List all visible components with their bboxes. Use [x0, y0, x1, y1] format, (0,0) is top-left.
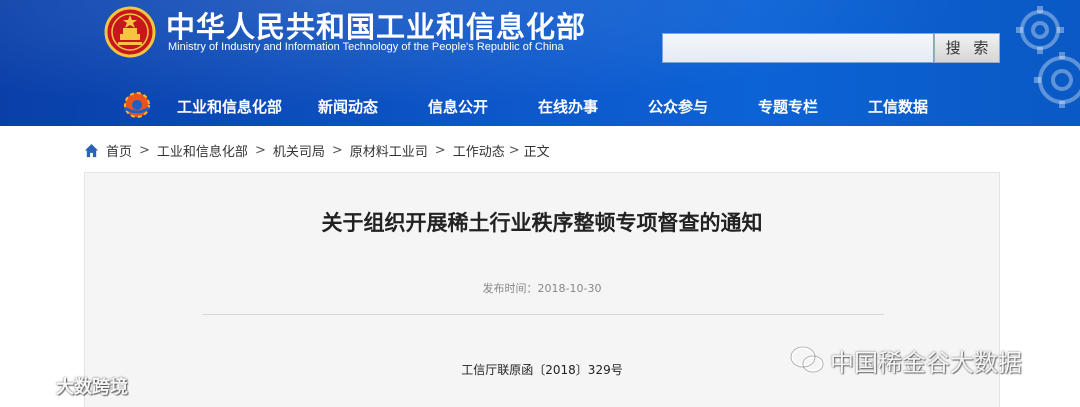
- breadcrumb-separator: >: [139, 142, 150, 158]
- breadcrumb-home[interactable]: 首页: [106, 141, 132, 160]
- breadcrumb-separator: >: [331, 142, 343, 158]
- nav-item-news[interactable]: 新闻动态: [318, 92, 378, 122]
- site-title[interactable]: 中华人民共和国工业和信息化部: [166, 4, 586, 46]
- watermark-right: 中国稀金谷大数据: [790, 344, 1022, 377]
- nav-item-public-participation[interactable]: 公众参与: [648, 92, 708, 122]
- breadcrumb-separator: >: [254, 142, 266, 158]
- breadcrumb: 首页 > 工业和信息化部 > 机关司局 > 原材料工业司 > 工作动态 > 正文: [84, 140, 550, 160]
- nav-item-disclosure[interactable]: 信息公开: [428, 92, 488, 122]
- national-emblem-icon: [104, 6, 156, 58]
- site-subtitle: Ministry of Industry and Information Tec…: [168, 41, 564, 53]
- article-title: 关于组织开展稀土行业秩序整顿专项督查的通知: [321, 211, 763, 235]
- breadcrumb-miit[interactable]: 工业和信息化部: [157, 141, 248, 160]
- breadcrumb-current: 正文: [523, 144, 550, 160]
- watermark-left-text: 大数跨境: [56, 377, 128, 398]
- search-button[interactable]: 搜 索: [934, 33, 1000, 63]
- nav-item-miit[interactable]: 工业和信息化部: [177, 92, 282, 122]
- wechat-icon: [790, 346, 824, 373]
- breadcrumb-work-updates[interactable]: 工作动态: [453, 141, 505, 160]
- nav-item-miit-data[interactable]: 工信数据: [868, 92, 928, 122]
- breadcrumb-separator: >: [434, 142, 446, 158]
- publish-time: 发布时间：2018-10-30: [482, 282, 602, 295]
- watermark-logo-icon: [12, 377, 52, 394]
- miit-logo-icon[interactable]: [120, 90, 154, 120]
- watermark-left: 大数跨境: [10, 373, 128, 399]
- nav-item-online-services[interactable]: 在线办事: [538, 92, 598, 122]
- site-header: 中华人民共和国工业和信息化部 Ministry of Industry and …: [0, 0, 1080, 126]
- breadcrumb-raw-materials-dept[interactable]: 原材料工业司: [350, 141, 428, 160]
- nav-item-special-topics[interactable]: 专题专栏: [758, 92, 818, 122]
- search-input[interactable]: [662, 33, 934, 63]
- home-icon[interactable]: [84, 143, 99, 158]
- breadcrumb-departments[interactable]: 机关司局: [273, 141, 325, 160]
- divider: [202, 314, 884, 315]
- breadcrumb-separator: >: [508, 142, 520, 158]
- watermark-right-text: 中国稀金谷大数据: [830, 348, 1022, 377]
- gear-decoration-icon: [1016, 6, 1080, 108]
